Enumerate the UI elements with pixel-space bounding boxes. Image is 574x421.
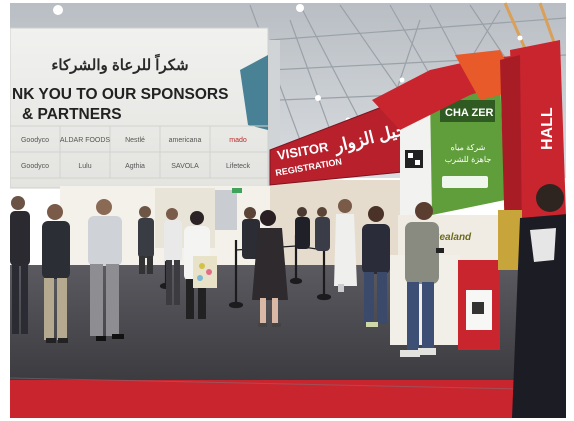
- red-carpet: [10, 380, 566, 418]
- sponsor-logo: mado: [229, 137, 247, 144]
- sponsor-logo: SAVOLA: [171, 163, 199, 170]
- shopping-bag: [193, 256, 217, 288]
- sponsor-logo: Lulu: [78, 163, 91, 170]
- sponsor-english-line1: NK YOU TO OUR SPONSORS: [12, 86, 228, 103]
- expo-hall-scene: شكراً للرعاة والشركاء NK YOU TO OUR SPON…: [0, 0, 574, 421]
- chazer-arabic-1: شركة مياه: [451, 143, 486, 152]
- person: [512, 184, 568, 418]
- chazer-brand: CHA ZER: [445, 107, 494, 119]
- hall-sign-label: HALL: [539, 107, 556, 150]
- sponsor-logo: americana: [169, 137, 202, 144]
- phone: [436, 248, 444, 253]
- sponsor-logo: Agthia: [125, 163, 145, 170]
- sponsor-board: شكراً للرعاة والشركاء NK YOU TO OUR SPON…: [9, 27, 269, 189]
- sponsor-english-line2: & PARTNERS: [22, 106, 122, 123]
- chazer-arabic-2: جاهزة للشرب: [445, 155, 492, 164]
- person: [88, 199, 124, 341]
- sponsor-logo: Goodyco: [21, 163, 49, 170]
- sponsor-logo: ALDAR FOODS: [60, 137, 111, 144]
- sponsor-logo: Goodyco: [21, 137, 49, 144]
- sponsor-arabic-heading: شكراً للرعاة والشركاء: [51, 54, 188, 74]
- sponsor-logo: Lifeteck: [226, 163, 251, 170]
- sponsor-logo: Nestlé: [125, 137, 145, 144]
